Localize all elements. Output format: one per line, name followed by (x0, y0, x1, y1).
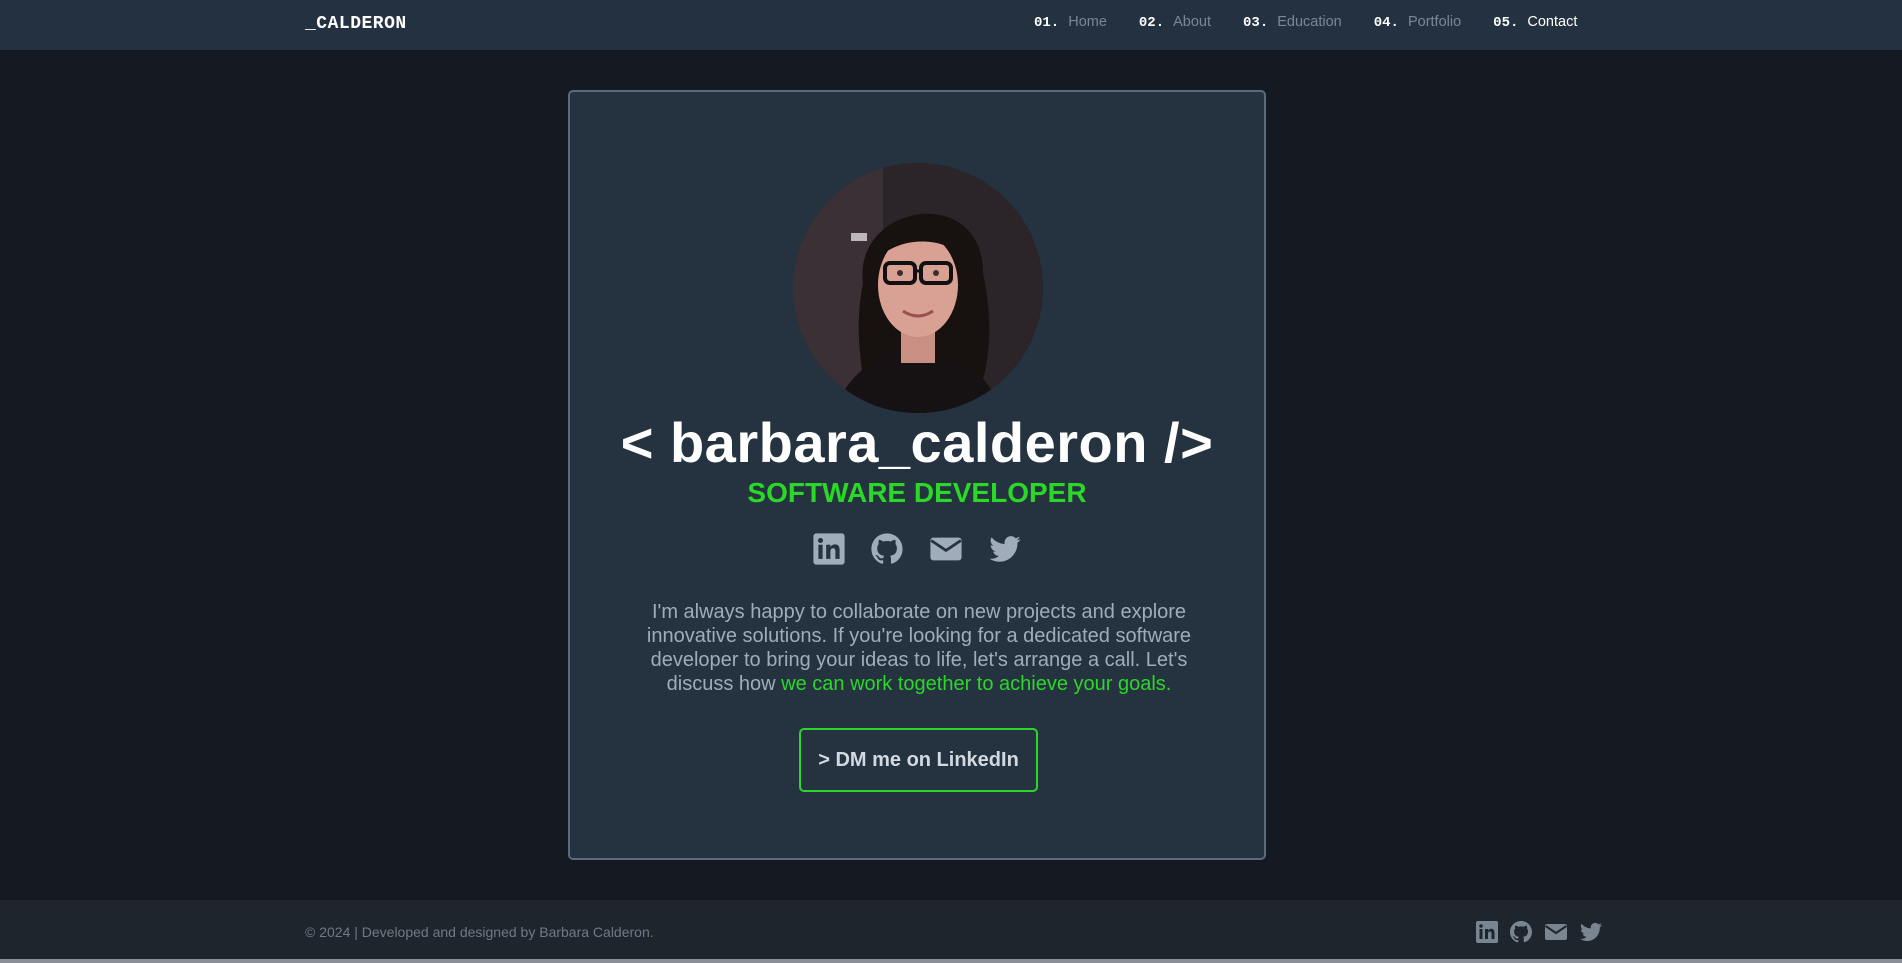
copyright-text: © 2024 | Developed and designed by Barba… (305, 924, 654, 940)
footer-divider (0, 959, 1902, 963)
linkedin-icon[interactable] (1475, 920, 1499, 944)
nav-label: Home (1068, 14, 1107, 30)
brand-logo[interactable]: _CALDERON (305, 14, 407, 34)
nav-number: 03. (1243, 15, 1269, 31)
nav-item-contact[interactable]: 05. Contact (1493, 14, 1577, 31)
dm-linkedin-button[interactable]: > DM me on LinkedIn (799, 728, 1038, 792)
nav-item-portfolio[interactable]: 04. Portfolio (1374, 14, 1461, 31)
envelope-icon[interactable] (928, 532, 964, 566)
footer-social-links (1475, 920, 1603, 944)
twitter-icon[interactable] (988, 532, 1022, 566)
nav-item-education[interactable]: 03. Education (1243, 14, 1342, 31)
bio-highlight: we can work together to achieve your goa… (781, 673, 1172, 695)
nav-number: 04. (1373, 15, 1399, 31)
top-navbar: _CALDERON 01. Home 02. About 03. Educati… (0, 0, 1902, 50)
contact-card: < barbara_calderon /> SOFTWARE DEVELOPER… (568, 90, 1266, 860)
avatar-photo (793, 163, 1043, 413)
nav-label: About (1173, 14, 1212, 30)
github-icon[interactable] (870, 532, 904, 566)
github-icon[interactable] (1509, 920, 1533, 944)
envelope-icon[interactable] (1543, 920, 1569, 944)
twitter-icon[interactable] (1579, 920, 1603, 944)
nav-item-about[interactable]: 02. About (1139, 14, 1211, 31)
nav-label: Education (1277, 14, 1342, 30)
social-links (570, 532, 1264, 566)
linkedin-icon[interactable] (812, 532, 846, 566)
avatar (793, 163, 1043, 413)
nav-label: Contact (1527, 14, 1578, 30)
page-title: < barbara_calderon /> (620, 411, 1214, 474)
nav-label: Portfolio (1407, 14, 1462, 30)
footer: © 2024 | Developed and designed by Barba… (0, 900, 1902, 959)
nav-number: 01. (1034, 15, 1060, 31)
nav-item-home[interactable]: 01. Home (1034, 14, 1107, 31)
bio-text: I'm always happy to collaborate on new p… (630, 600, 1208, 696)
main-nav: 01. Home 02. About 03. Education 04. Por… (1034, 14, 1577, 31)
job-title: SOFTWARE DEVELOPER (747, 477, 1087, 508)
nav-number: 05. (1493, 15, 1519, 31)
nav-number: 02. (1138, 15, 1165, 31)
